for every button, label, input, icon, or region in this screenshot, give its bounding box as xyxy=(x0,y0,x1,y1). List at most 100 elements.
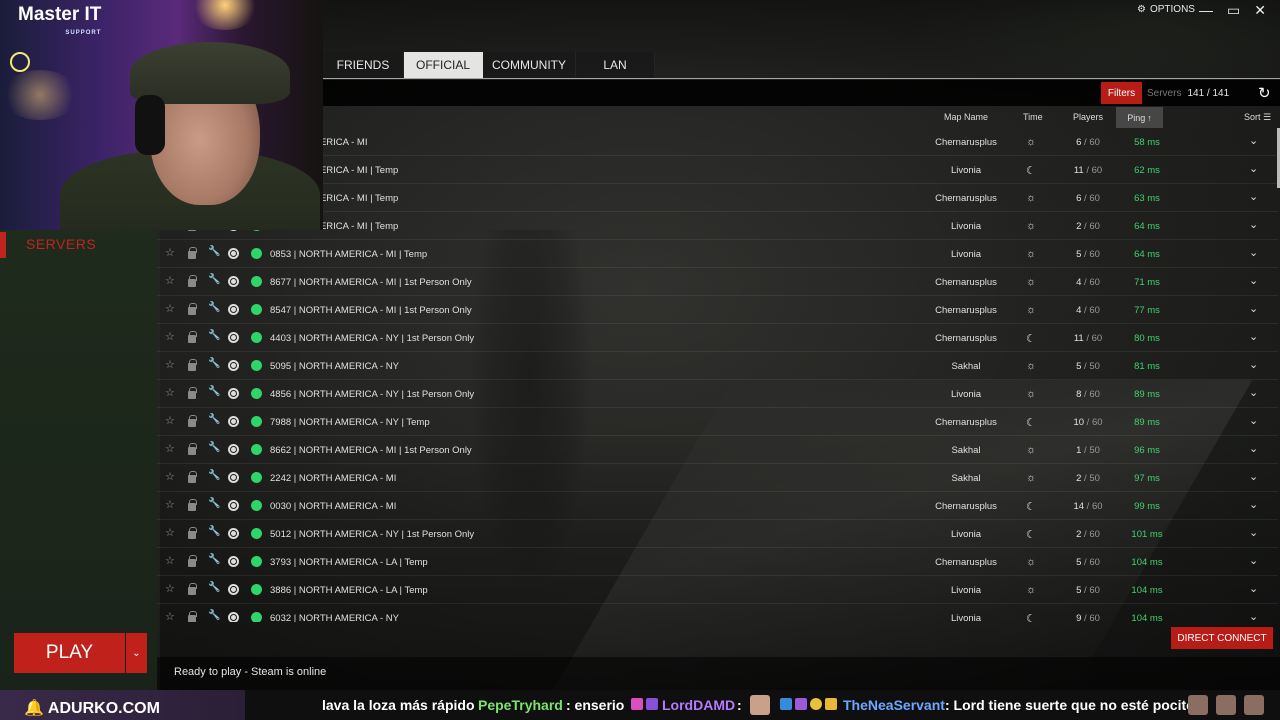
favorite-star-icon[interactable]: ☆ xyxy=(165,554,175,567)
chevron-down-icon[interactable]: ⌄ xyxy=(1249,554,1258,567)
server-row[interactable]: ☆🔧NORTH AMERICA - MI | TempLivonia☼2 / 6… xyxy=(157,212,1278,240)
column-map-name[interactable]: Map Name xyxy=(944,112,988,122)
server-ping: 99 ms xyxy=(1134,501,1160,512)
chevron-down-icon[interactable]: ⌄ xyxy=(1249,246,1258,259)
options-button[interactable]: ⚙ OPTIONS xyxy=(1137,4,1195,15)
chat-badge-icon xyxy=(795,698,807,710)
favorite-star-icon[interactable]: ☆ xyxy=(165,526,175,539)
server-map: Livonia xyxy=(950,585,982,596)
server-map: Chernarusplus xyxy=(935,501,997,512)
favorite-star-icon[interactable]: ☆ xyxy=(165,498,175,511)
lock-icon xyxy=(188,443,197,455)
server-row[interactable]: ☆ 🔧 8662 | NORTH AMERICA - MI | 1st Person… xyxy=(157,436,1278,464)
wrench-icon: 🔧 xyxy=(208,330,221,341)
chevron-down-icon[interactable]: ⌄ xyxy=(1249,358,1258,371)
sort-button[interactable]: Sort ☰ xyxy=(1244,112,1271,123)
chevron-down-icon[interactable]: ⌄ xyxy=(1249,190,1258,203)
chevron-down-icon[interactable]: ⌄ xyxy=(1249,218,1258,231)
servers-count: Servers 141 / 141 xyxy=(1147,88,1229,99)
favorite-star-icon[interactable]: ☆ xyxy=(165,274,175,287)
server-ping: 64 ms xyxy=(1134,249,1160,260)
server-row[interactable]: ☆🔧NORTH AMERICA - MI | TempChernarusplus… xyxy=(157,184,1278,212)
server-row[interactable]: ☆ 🔧 7988 | NORTH AMERICA - NY | Temp Cherna… xyxy=(157,408,1278,436)
emote-icon xyxy=(1216,695,1236,715)
play-button[interactable]: PLAY xyxy=(14,633,125,673)
favorite-star-icon[interactable]: ☆ xyxy=(165,442,175,455)
chevron-down-icon[interactable]: ⌄ xyxy=(1249,162,1258,175)
play-dropdown-button[interactable]: ⌄ xyxy=(126,633,147,673)
server-name: 7988 | NORTH AMERICA - NY | Temp xyxy=(270,417,430,428)
server-ping: 62 ms xyxy=(1134,165,1160,176)
chevron-down-icon[interactable]: ⌄ xyxy=(1249,610,1258,622)
column-ping[interactable]: Ping ↑ xyxy=(1116,107,1163,128)
server-row[interactable]: ☆ 🔧 0030 | NORTH AMERICA - MI Chernarusplus… xyxy=(157,492,1278,520)
server-row[interactable]: ☆ 🔧 6032 | NORTH AMERICA - NY Livonia ☾ 9 / 6… xyxy=(157,604,1278,622)
server-row[interactable]: ☆🔧NORTH AMERICA - MIChernarusplus☼6 / 60… xyxy=(157,128,1278,156)
favorite-star-icon[interactable]: ☆ xyxy=(165,330,175,343)
tab-lan[interactable]: LAN xyxy=(576,52,655,78)
favorite-star-icon[interactable]: ☆ xyxy=(165,246,175,259)
column-players[interactable]: Players xyxy=(1073,112,1103,122)
maximize-icon[interactable]: ▭ xyxy=(1227,2,1240,19)
filters-button[interactable]: Filters xyxy=(1101,82,1142,104)
chevron-down-icon[interactable]: ⌄ xyxy=(1249,274,1258,287)
server-ping: 96 ms xyxy=(1134,445,1160,456)
players-max: 60 xyxy=(1091,333,1103,344)
favorite-star-icon[interactable]: ☆ xyxy=(165,414,175,427)
players-current: 11 xyxy=(1073,333,1084,344)
chat-badge-icon xyxy=(825,698,837,710)
tab-friends[interactable]: FRIENDS xyxy=(323,52,404,78)
minimize-icon[interactable]: — xyxy=(1199,2,1213,19)
players-max: 60 xyxy=(1091,501,1103,512)
chevron-down-icon[interactable]: ⌄ xyxy=(1249,302,1258,315)
server-name: 4403 | NORTH AMERICA - NY | 1st Person O… xyxy=(270,333,475,344)
favorite-star-icon[interactable]: ☆ xyxy=(165,302,175,315)
chevron-down-icon[interactable]: ⌄ xyxy=(1249,134,1258,147)
tab-community[interactable]: COMMUNITY xyxy=(483,52,576,78)
close-icon[interactable]: ✕ xyxy=(1254,2,1266,19)
server-row[interactable]: ☆ 🔧 8547 | NORTH AMERICA - MI | 1st Person… xyxy=(157,296,1278,324)
wrench-icon: 🔧 xyxy=(208,302,221,313)
server-map: Livonia xyxy=(950,613,982,622)
server-row[interactable]: ☆ 🔧 4856 | NORTH AMERICA - NY | 1st Person… xyxy=(157,380,1278,408)
server-row[interactable]: ☆ 🔧 2242 | NORTH AMERICA - MI Sakhal ☼ 2 / 50… xyxy=(157,464,1278,492)
sidebar-item-servers[interactable]: SERVERS xyxy=(0,232,157,258)
favorite-star-icon[interactable]: ☆ xyxy=(165,610,175,622)
chevron-down-icon[interactable]: ⌄ xyxy=(1249,330,1258,343)
server-row[interactable]: ☆ 🔧 3886 | NORTH AMERICA - LA | Temp Livoni… xyxy=(157,576,1278,604)
server-name: 3793 | NORTH AMERICA - LA | Temp xyxy=(270,557,428,568)
server-row[interactable]: ☆ 🔧 8677 | NORTH AMERICA - MI | 1st Person… xyxy=(157,268,1278,296)
sort-lines-icon: ☰ xyxy=(1263,112,1272,122)
refresh-icon[interactable]: ↻ xyxy=(1258,84,1271,102)
favorite-star-icon[interactable]: ☆ xyxy=(165,470,175,483)
chevron-down-icon[interactable]: ⌄ xyxy=(1249,414,1258,427)
players-current: 10 xyxy=(1073,417,1085,428)
sort-label: Sort xyxy=(1244,112,1261,122)
favorite-star-icon[interactable]: ☆ xyxy=(165,386,175,399)
server-row[interactable]: ☆🔧NORTH AMERICA - MI | TempLivonia☾11 / … xyxy=(157,156,1278,184)
server-map: Sakhal xyxy=(951,445,981,456)
favorite-star-icon[interactable]: ☆ xyxy=(165,358,175,371)
column-time[interactable]: Time xyxy=(1023,112,1043,122)
server-row[interactable]: ☆ 🔧 0853 | NORTH AMERICA - MI | Temp Livoni… xyxy=(157,240,1278,268)
server-name: 8662 | NORTH AMERICA - MI | 1st Person O… xyxy=(270,445,472,456)
chevron-down-icon[interactable]: ⌄ xyxy=(1249,526,1258,539)
server-players: 10 / 60 xyxy=(1073,417,1103,428)
direct-connect-button[interactable]: DIRECT CONNECT xyxy=(1171,627,1273,649)
favorite-star-icon[interactable]: ☆ xyxy=(165,582,175,595)
chevron-down-icon[interactable]: ⌄ xyxy=(1249,386,1258,399)
server-row[interactable]: ☆ 🔧 5012 | NORTH AMERICA - NY | 1st Person… xyxy=(157,520,1278,548)
server-status-icon xyxy=(251,444,262,455)
server-list: ☆🔧NORTH AMERICA - MIChernarusplus☼6 / 60… xyxy=(157,128,1278,622)
chevron-down-icon[interactable]: ⌄ xyxy=(1249,470,1258,483)
sun-icon: ☼ xyxy=(1026,276,1037,288)
chevron-down-icon[interactable]: ⌄ xyxy=(1249,498,1258,511)
server-map: Livonia xyxy=(950,221,982,232)
server-row[interactable]: ☆ 🔧 4403 | NORTH AMERICA - NY | 1st Person… xyxy=(157,324,1278,352)
chevron-down-icon[interactable]: ⌄ xyxy=(1249,582,1258,595)
server-row[interactable]: ☆ 🔧 3793 | NORTH AMERICA - LA | Temp Cherna… xyxy=(157,548,1278,576)
server-row[interactable]: ☆ 🔧 5095 | NORTH AMERICA - NY Sakhal ☼ 5 / 50… xyxy=(157,352,1278,380)
chevron-down-icon[interactable]: ⌄ xyxy=(1249,442,1258,455)
players-max: 50 xyxy=(1089,445,1100,456)
tab-official[interactable]: OFFICIAL xyxy=(404,52,483,78)
